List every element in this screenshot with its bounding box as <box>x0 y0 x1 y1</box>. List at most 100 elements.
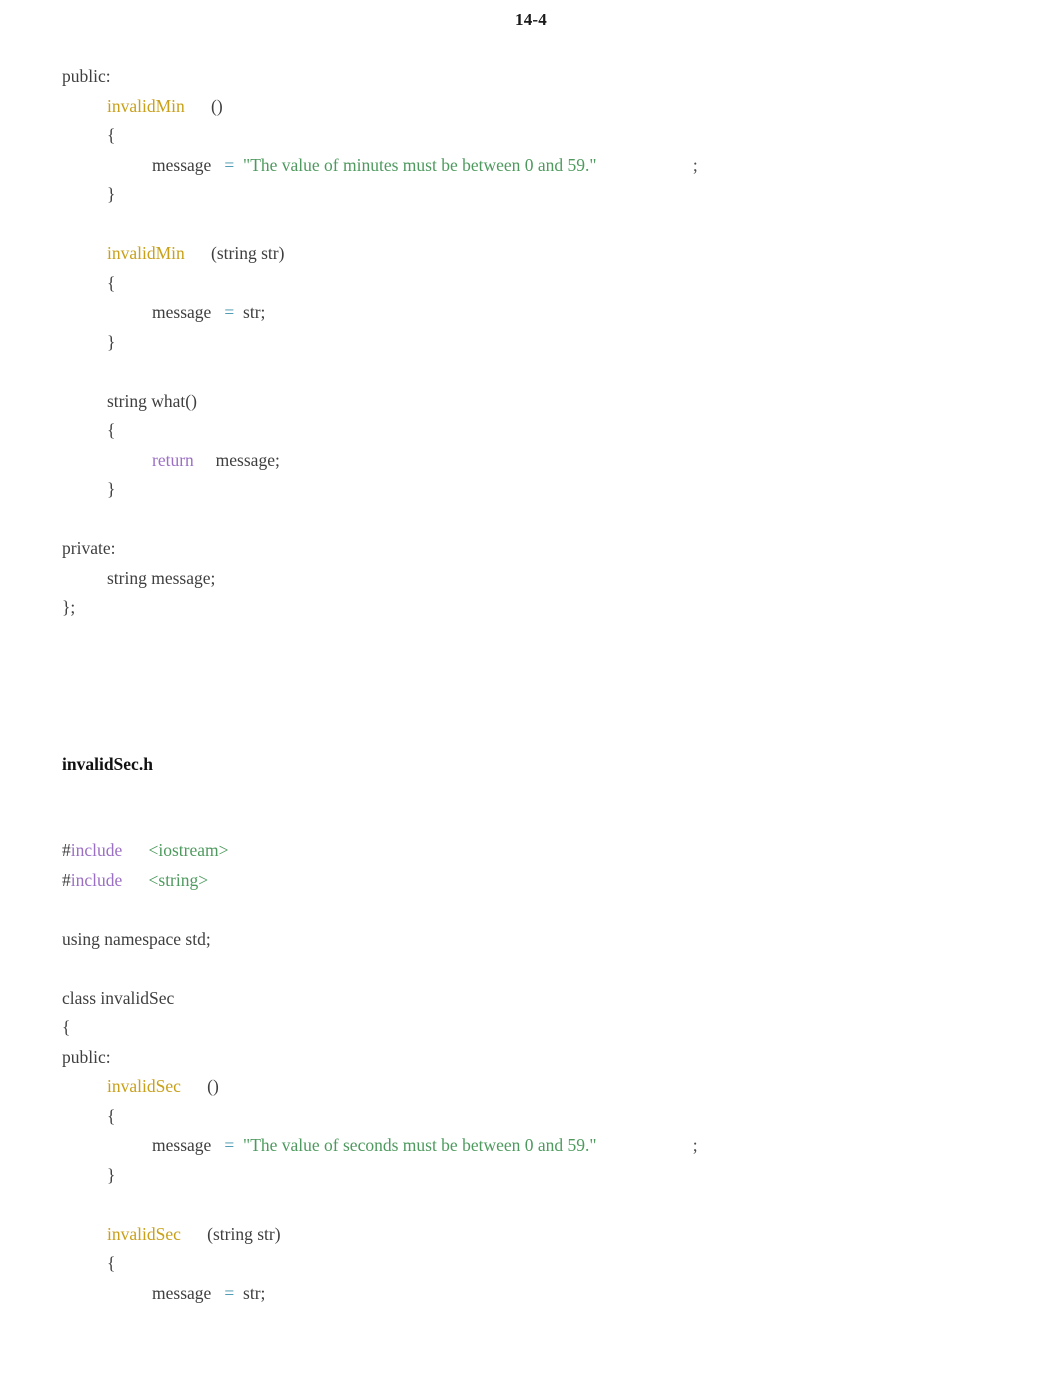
code-token-plain: str; <box>243 302 266 322</box>
code-token-plain: class invalidSec <box>62 987 175 1008</box>
code-token-plain: (string str) <box>207 1223 281 1244</box>
code-line: return message; <box>62 446 1022 476</box>
code-token-trailing-semicolon: ; <box>692 154 698 175</box>
code-token-ident: invalidSec <box>107 1076 181 1096</box>
code-line: public: <box>62 1043 1022 1073</box>
code-token-plain: private: <box>62 538 116 558</box>
code-token-kw: include <box>70 840 123 860</box>
code-token-plain: { <box>107 125 116 145</box>
code-token-trailing-semicolon: ; <box>692 1135 698 1155</box>
code-token-plain: () <box>211 95 223 116</box>
code-line: message = str; <box>62 298 1022 328</box>
code-token-plain: message <box>152 1282 212 1303</box>
code-line: public: <box>62 62 1022 92</box>
code-token-plain: # <box>62 869 71 890</box>
code-token-op: = <box>224 154 235 175</box>
code-token-op: = <box>224 302 235 322</box>
code-token-plain: (string str) <box>211 243 285 263</box>
code-token-plain: }; <box>62 597 76 617</box>
code-token-plain: using namespace std; <box>62 928 211 949</box>
code-token-str: <iostream> <box>148 840 229 860</box>
code-line: message = "The value of minutes must be … <box>62 151 1022 181</box>
code-line: message = str; <box>62 1279 1022 1309</box>
code-line: { <box>62 269 1022 299</box>
code-token-plain: string message; <box>107 567 216 588</box>
code-token-kw: include <box>70 869 123 890</box>
code-token-plain: message <box>152 154 212 175</box>
document-page: 14-4 public: invalidMin () {message = "The… <box>0 0 1062 1376</box>
code-token-plain: } <box>107 479 116 499</box>
code-line: { <box>62 1013 1022 1043</box>
code-token-plain: () <box>207 1076 219 1096</box>
code-token-op: = <box>224 1282 235 1303</box>
code-line: private: <box>62 534 1022 564</box>
code-token-plain: } <box>107 331 116 352</box>
code-token-plain: message <box>152 1135 212 1155</box>
code-token-plain: { <box>62 1017 71 1037</box>
code-line: invalidSec (string str) <box>62 1220 1022 1250</box>
code-token-gap <box>597 155 693 175</box>
code-token-str: <string> <box>148 869 209 890</box>
code-line: using namespace std; <box>62 925 1022 955</box>
code-token-plain: str; <box>243 1282 266 1303</box>
code-line: { <box>62 121 1022 151</box>
code-token-plain: } <box>107 1164 116 1185</box>
code-line: } <box>62 475 1022 505</box>
code-token-str: "The value of seconds must be between 0 … <box>243 1135 597 1155</box>
code-block-invalidmin: public: invalidMin () {message = "The valu… <box>62 62 1022 623</box>
code-line: invalidMin () <box>62 92 1022 122</box>
code-token-gap <box>597 1135 693 1155</box>
code-token-plain: string what() <box>107 390 197 411</box>
code-line: } <box>62 1161 1022 1191</box>
code-token-plain: { <box>107 272 116 293</box>
code-token-ident: invalidMin <box>107 243 185 263</box>
code-token-ident: invalidMin <box>107 95 185 116</box>
code-token-plain: message; <box>215 449 280 470</box>
code-line: string what() <box>62 387 1022 417</box>
code-token-str: "The value of minutes must be between 0 … <box>243 154 597 175</box>
code-token-kw: return <box>152 449 194 470</box>
code-line: { <box>62 416 1022 446</box>
code-line: string message; <box>62 564 1022 594</box>
code-token-plain: public: <box>62 1046 111 1067</box>
code-token-plain: { <box>107 420 116 440</box>
code-token-plain: { <box>107 1253 116 1273</box>
page-number-header: 14-4 <box>515 10 547 29</box>
code-line: class invalidSec <box>62 984 1022 1014</box>
code-line: } <box>62 180 1022 210</box>
code-token-plain: } <box>107 184 116 204</box>
code-token-plain: message <box>152 302 212 322</box>
code-line: #include <iostream> <box>62 836 1022 866</box>
code-line: message = "The value of seconds must be … <box>62 1131 1022 1161</box>
code-block-invalidsec: #include <iostream> #include <string> usi… <box>62 836 1022 1308</box>
code-line: #include <string> <box>62 866 1022 896</box>
code-line: invalidMin (string str) <box>62 239 1022 269</box>
file-name-heading: invalidSec.h <box>62 754 153 774</box>
code-line: invalidSec () <box>62 1072 1022 1102</box>
code-line: } <box>62 328 1022 358</box>
code-token-ident: invalidSec <box>107 1223 181 1244</box>
code-token-plain: # <box>62 840 71 860</box>
code-line: }; <box>62 593 1022 623</box>
code-line: { <box>62 1249 1022 1279</box>
